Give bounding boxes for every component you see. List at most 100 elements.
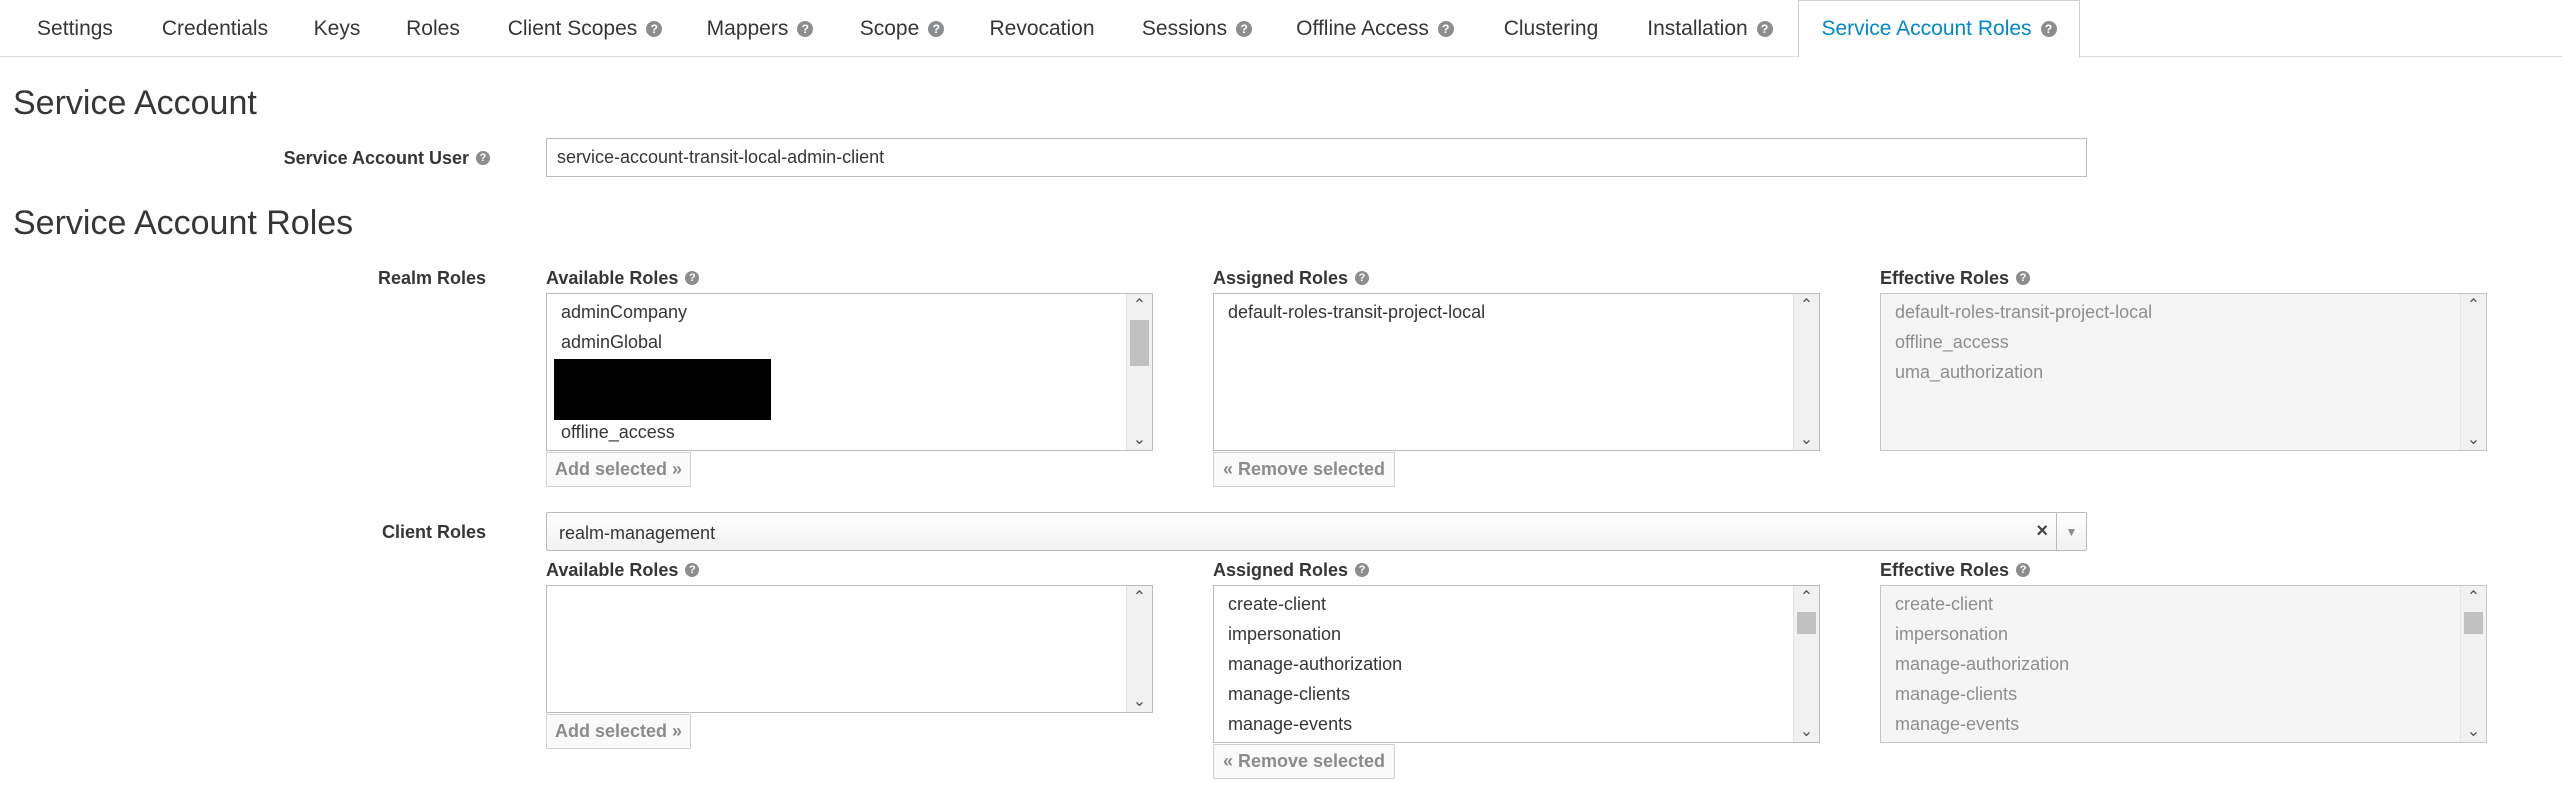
list-item[interactable]: offline_access [561,422,675,443]
tab-label: Scope [859,16,920,40]
scrollbar[interactable]: ⌃ ⌄ [1793,294,1819,450]
help-icon: ? [1437,20,1454,37]
realm-assigned-roles-list[interactable]: default-roles-transit-project-local ⌃ ⌄ [1213,293,1820,451]
chevron-down-icon[interactable]: ⌄ [2461,720,2486,742]
tab-roles[interactable]: Roles [384,0,482,57]
tab-credentials[interactable]: Credentials [140,0,290,57]
tab-revocation[interactable]: Revocation [970,0,1114,57]
tab-label: Mappers [706,16,789,40]
client-assigned-roles-label: Assigned Roles ? [1213,559,1370,581]
caret-down-icon[interactable]: ▼ [2056,513,2086,550]
label-text: Effective Roles [1880,559,2010,580]
angle-double-left-icon: « [1222,459,1233,479]
list-item: manage-clients [1895,684,2018,704]
client-select[interactable]: realm-management × ▼ [546,512,2087,551]
tab-label: Clustering [1503,16,1599,40]
chevron-up-icon[interactable]: ⌃ [1794,586,1819,608]
times-icon[interactable]: × [2036,520,2048,543]
list-item[interactable]: impersonation [1228,624,1341,645]
tab-label: Installation [1647,16,1748,40]
tab-installation[interactable]: Installation ? [1634,0,1786,57]
button-label: Remove selected [1237,751,1386,771]
label-text: Client Roles [381,521,486,542]
realm-remove-selected-button[interactable]: « Remove selected [1213,452,1395,487]
tab-settings[interactable]: Settings [12,0,138,57]
list-item[interactable]: manage-clients [1228,684,1350,705]
chevron-up-icon[interactable]: ⌃ [1794,294,1819,316]
list-item[interactable]: manage-events [1228,714,1352,735]
list-item: create-client [1895,594,1994,614]
chevron-up-icon[interactable]: ⌃ [1127,586,1152,608]
chevron-up-icon[interactable]: ⌃ [1127,294,1152,316]
realm-add-selected-button[interactable]: Add selected » [546,452,691,487]
realm-available-roles-label: Available Roles ? [546,267,700,289]
chevron-up-icon[interactable]: ⌃ [2461,586,2486,608]
list-item[interactable]: adminGlobal [561,332,662,353]
scrollbar[interactable]: ⌃ ⌄ [1126,586,1152,712]
label-text: Available Roles [546,559,679,580]
scrollbar[interactable]: ⌃ ⌄ [2460,294,2486,450]
button-label: Add selected [554,459,668,479]
tab-label: Client Scopes [507,16,638,40]
scrollbar-thumb[interactable] [1130,320,1149,366]
label-text: Assigned Roles [1213,559,1349,580]
scrollbar[interactable]: ⌃ ⌄ [1126,294,1152,450]
client-assigned-roles-list[interactable]: create-client impersonation manage-autho… [1213,585,1820,743]
chevron-up-icon[interactable]: ⌃ [2461,294,2486,316]
tab-service-account-roles[interactable]: Service Account Roles ? [1798,0,2080,58]
tab-label: Service Account Roles [1821,17,2032,40]
angle-double-left-icon: « [1222,751,1233,771]
tab-offline-access[interactable]: Offline Access ? [1282,0,1468,57]
realm-assigned-roles-label: Assigned Roles ? [1213,267,1370,289]
scrollbar-thumb[interactable] [2464,612,2483,634]
label-text: Realm Roles [377,267,486,288]
button-label: Remove selected [1237,459,1386,479]
scrollbar-thumb[interactable] [1797,612,1816,634]
scrollbar[interactable]: ⌃ ⌄ [1793,586,1819,742]
client-effective-roles-list[interactable]: create-client impersonation manage-autho… [1880,585,2487,743]
chevron-down-icon[interactable]: ⌄ [1127,428,1152,450]
client-remove-selected-button[interactable]: « Remove selected [1213,744,1395,779]
help-icon: ? [1355,271,1370,285]
realm-available-roles-list[interactable]: adminCompany adminGlobal offline_access … [546,293,1153,451]
realm-effective-roles-label: Effective Roles ? [1880,267,2031,289]
label-text: Service Account User [283,147,469,168]
help-icon: ? [685,563,700,577]
label-text: Effective Roles [1880,267,2010,288]
tab-scope[interactable]: Scope ? [846,0,958,57]
client-available-roles-list[interactable]: ⌃ ⌄ [546,585,1153,713]
tab-label: Sessions [1141,16,1228,40]
list-item[interactable]: create-client [1228,594,1326,615]
label-text: Assigned Roles [1213,267,1349,288]
chevron-down-icon[interactable]: ⌄ [1794,720,1819,742]
help-icon: ? [1355,563,1370,577]
list-item: impersonation [1895,624,2009,644]
help-icon: ? [928,20,945,37]
help-icon: ? [797,20,814,37]
chevron-down-icon[interactable]: ⌄ [1794,428,1819,450]
angle-double-right-icon: » [672,721,683,741]
help-icon: ? [646,20,663,37]
client-effective-roles-label: Effective Roles ? [1880,559,2031,581]
help-icon: ? [1236,20,1253,37]
chevron-down-icon[interactable]: ⌄ [1127,690,1152,712]
tab-keys[interactable]: Keys [292,0,382,57]
realm-effective-roles-list[interactable]: default-roles-transit-project-local offl… [1880,293,2487,451]
client-available-roles-label: Available Roles ? [546,559,700,581]
tab-label: Offline Access [1296,16,1429,40]
service-account-user-input[interactable] [546,138,2087,177]
tab-sessions[interactable]: Sessions ? [1124,0,1270,57]
list-item[interactable]: default-roles-transit-project-local [1228,302,1485,323]
button-label: Add selected [554,721,668,741]
tab-clustering[interactable]: Clustering [1500,0,1602,57]
tab-client-scopes[interactable]: Client Scopes ? [484,0,686,57]
redacted-block [554,359,771,420]
section-title-service-account: Service Account [13,84,257,122]
tab-mappers[interactable]: Mappers ? [688,0,832,57]
list-item[interactable]: manage-authorization [1228,654,1402,675]
scrollbar[interactable]: ⌃ ⌄ [2460,586,2486,742]
client-add-selected-button[interactable]: Add selected » [546,714,691,749]
list-item[interactable]: adminCompany [561,302,687,323]
help-icon: ? [685,271,700,285]
chevron-down-icon[interactable]: ⌄ [2461,428,2486,450]
